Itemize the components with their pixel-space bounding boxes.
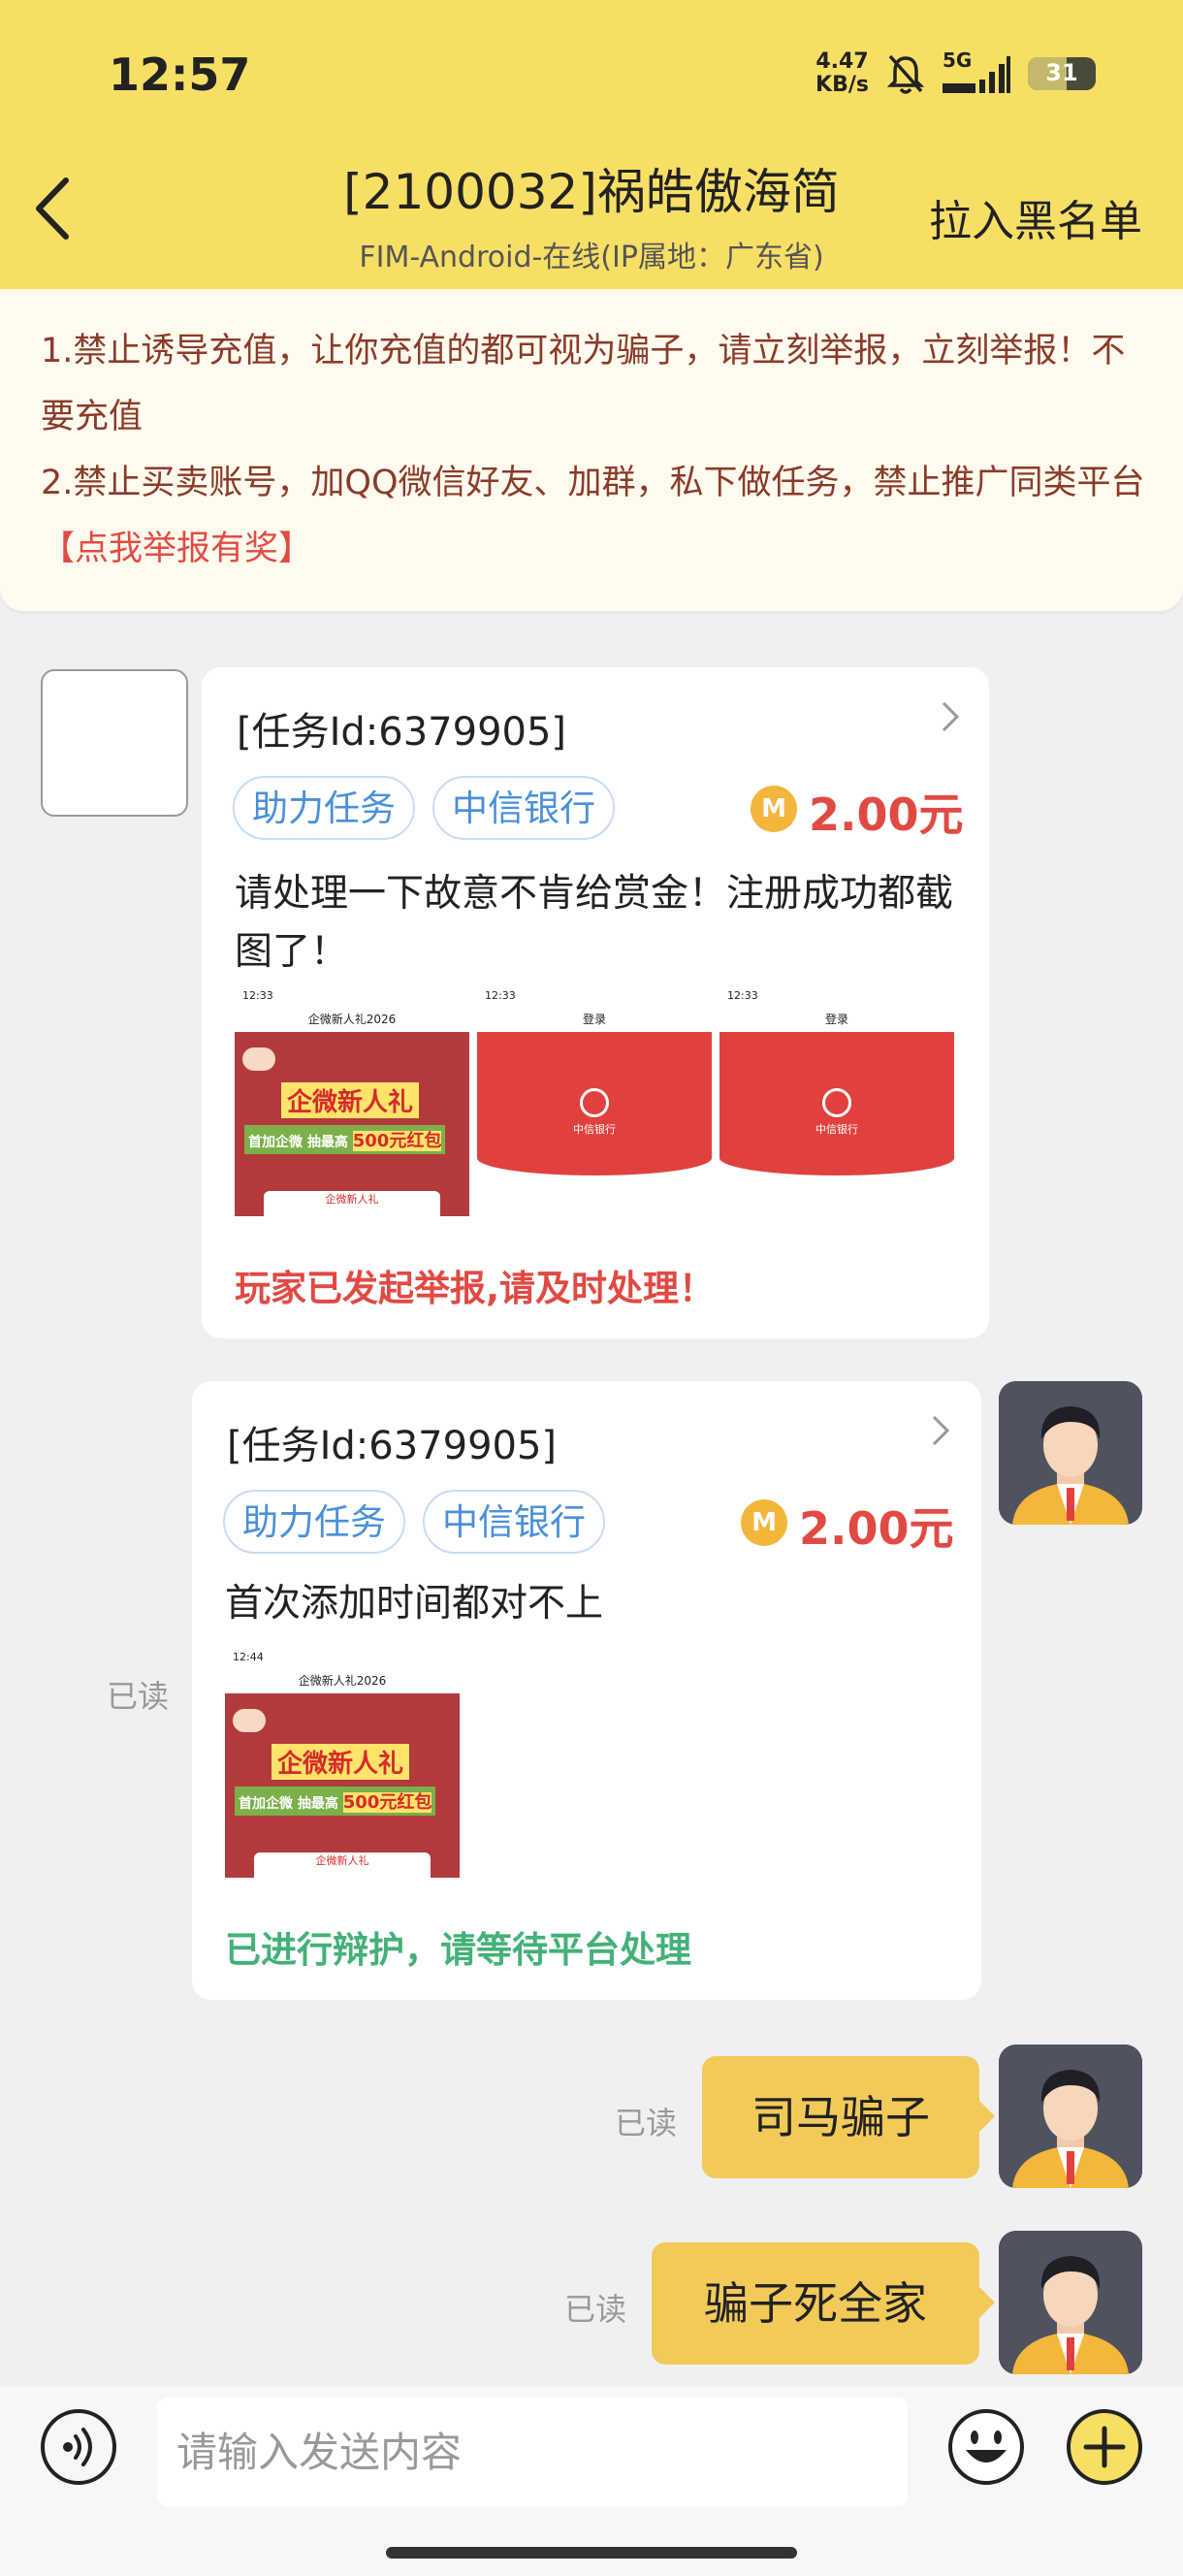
avatar[interactable] (41, 669, 188, 817)
thumb-bank: 中信银行 (573, 1123, 616, 1136)
thumb-status: 12:44 (233, 1651, 264, 1663)
tag-task-type: 助力任务 (233, 776, 415, 840)
read-receipt: 已读 (107, 1678, 170, 1715)
home-indicator[interactable] (386, 2547, 797, 2559)
avatar[interactable] (999, 2231, 1142, 2374)
bank-logo-icon (822, 1088, 851, 1117)
bank-logo-icon (580, 1088, 609, 1117)
chevron-right-icon[interactable] (941, 700, 960, 733)
tag-bank: 中信银行 (423, 1490, 605, 1554)
report-status: 玩家已发起举报,请及时处理！ (235, 1268, 716, 1309)
blacklist-button[interactable]: 拉入黑名单 (929, 186, 1142, 248)
thumb-status: 12:33 (485, 989, 516, 1002)
task-id: [任务Id:6379905] (237, 710, 567, 755)
thumb-banner: 企微新人礼 (272, 1744, 410, 1780)
network-5g-icon: 5G (943, 48, 1010, 95)
screenshot-thumbnail[interactable]: 12:33 企微新人礼2026 企微新人礼 首加企微 抽最高 500元红包 企微… (235, 985, 469, 1216)
thumb-popup: 企微新人礼 (264, 1191, 440, 1216)
avatar[interactable] (999, 1381, 1142, 1525)
thumb-title: 企微新人礼2026 (307, 1013, 397, 1026)
task-id: [任务Id:6379905] (227, 1424, 558, 1468)
thumb-status: 12:33 (242, 989, 273, 1002)
task-card[interactable]: [任务Id:6379905] 助力任务 中信银行 M 2.00元 首次添加时间都… (192, 1381, 981, 2000)
message-bubble[interactable]: 司马骗子 (702, 2056, 995, 2178)
add-icon[interactable] (1065, 2407, 1144, 2487)
voice-icon[interactable] (39, 2407, 118, 2487)
thumb-bank: 中信银行 (815, 1123, 858, 1136)
user-avatar-icon (999, 1381, 1142, 1525)
message-input[interactable] (157, 2398, 908, 2506)
user-avatar-icon (999, 2231, 1142, 2374)
chevron-right-icon[interactable] (931, 1414, 950, 1447)
battery-icon: 31 (1028, 57, 1096, 90)
thumb-title: 登录 (582, 1013, 606, 1026)
status-icons: 4.47 KB/s 5G 31 (815, 48, 1096, 97)
emoji-icon[interactable] (946, 2407, 1026, 2487)
report-link[interactable]: 【点我举报有奖】 (41, 530, 312, 568)
message-text: 首次添加时间都对不上 (225, 1582, 604, 1626)
message-bubble[interactable]: 骗子死全家 (652, 2242, 995, 2365)
chat-header: 12:57 4.47 KB/s 5G 31 [2100032]祸皓傲海简 FIM… (0, 0, 1183, 291)
thumb-sub: 首加企微 抽最高 500元红包 (235, 1787, 436, 1816)
message-text: 请处理一下故意不肯给赏金！注册成功都截图了！ (235, 872, 954, 974)
screenshot-thumbnail[interactable]: 12:44 企微新人礼2026 企微新人礼 首加企微 抽最高 500元红包 企微… (225, 1647, 460, 1878)
net-speed: 4.47 KB/s (815, 49, 869, 97)
coin-icon: M (751, 786, 797, 832)
defense-status: 已进行辩护，请等待平台处理 (225, 1929, 691, 1971)
coin-icon: M (741, 1499, 787, 1546)
reward-amount: 2.00元 (799, 1502, 954, 1555)
read-receipt: 已读 (564, 2291, 627, 2328)
thumb-sub: 首加企微 抽最高 500元红包 (244, 1125, 446, 1154)
task-card[interactable]: [任务Id:6379905] 助力任务 中信银行 M 2.00元 请处理一下故意… (202, 667, 989, 1338)
tag-bank: 中信银行 (432, 776, 615, 840)
read-receipt: 已读 (615, 2105, 678, 2141)
reward-amount: 2.00元 (809, 789, 964, 841)
thumb-popup: 企微新人礼 (254, 1852, 431, 1878)
thumb-status: 12:33 (727, 989, 758, 1002)
tag-task-type: 助力任务 (223, 1490, 405, 1554)
bell-muted-icon (886, 54, 925, 94)
thumb-banner: 企微新人礼 (281, 1082, 420, 1118)
notice-rule-1: 1.禁止诱导充值，让你充值的都可视为骗子，请立刻举报，立刻举报！不要充值 (41, 332, 1126, 436)
thumb-title: 企微新人礼2026 (298, 1674, 387, 1688)
thumb-title: 登录 (824, 1013, 848, 1026)
user-avatar-icon (999, 2045, 1142, 2188)
screenshot-thumbnail[interactable]: 12:33 登录 中信银行 (719, 985, 954, 1175)
notice-rule-2: 2.禁止买卖账号，加QQ微信好友、加群，私下做任务，禁止推广同类平台【点我举报有… (41, 464, 1145, 568)
status-time: 12:57 (109, 48, 251, 101)
screenshot-thumbnail[interactable]: 12:33 登录 中信银行 (477, 985, 712, 1175)
rules-notice: 1.禁止诱导充值，让你充值的都可视为骗子，请立刻举报，立刻举报！不要充值 2.禁… (0, 289, 1183, 611)
avatar[interactable] (999, 2045, 1142, 2188)
